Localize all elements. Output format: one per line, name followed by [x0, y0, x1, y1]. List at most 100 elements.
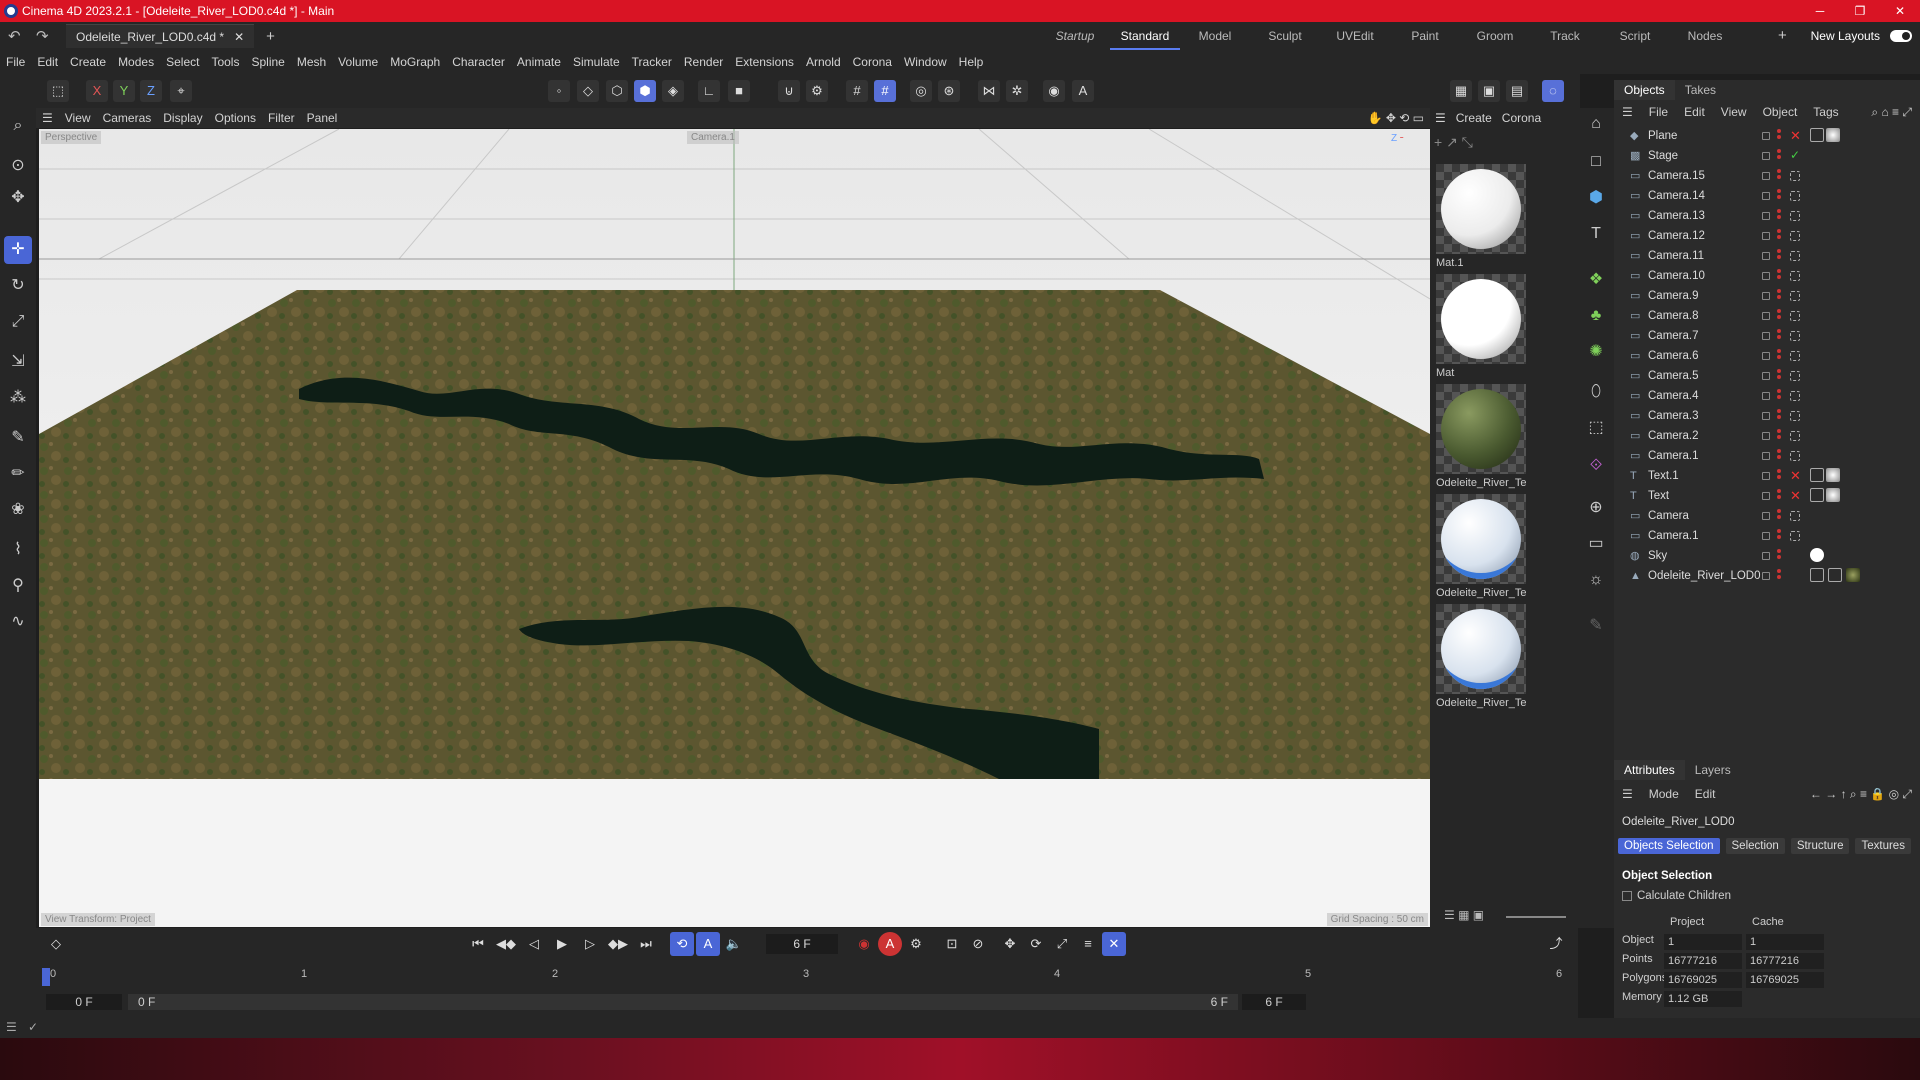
- material-item[interactable]: Odeleite_River_Te:: [1436, 494, 1526, 599]
- visibility-checkbox[interactable]: [1762, 232, 1770, 240]
- object-row[interactable]: ▩ Stage ✓: [1614, 146, 1920, 166]
- spline-smooth-icon[interactable]: ∿: [4, 608, 32, 636]
- next-key-icon[interactable]: ◆▶: [606, 932, 630, 956]
- texture-tag-icon[interactable]: [1810, 128, 1824, 142]
- render-picture-viewer-icon[interactable]: ▣: [1478, 80, 1500, 102]
- knife-icon[interactable]: ⚲: [4, 572, 32, 600]
- render-settings-icon[interactable]: ⊛: [938, 80, 960, 102]
- material-item[interactable]: Odeleite_River_Te:: [1436, 384, 1526, 489]
- visibility-checkbox[interactable]: [1762, 432, 1770, 440]
- scale-tool-icon[interactable]: ⤢: [4, 308, 32, 336]
- undo-icon[interactable]: ↶: [8, 27, 28, 45]
- menu-help[interactable]: Help: [953, 55, 990, 69]
- subtab-objects-selection[interactable]: Objects Selection: [1618, 838, 1720, 854]
- object-row[interactable]: ▭ Camera.4: [1614, 386, 1920, 406]
- menu-extensions[interactable]: Extensions: [729, 55, 800, 69]
- object-row[interactable]: ▭ Camera.15: [1614, 166, 1920, 186]
- point-level-key-icon[interactable]: ✕: [1102, 932, 1126, 956]
- viewport-menu-view[interactable]: View: [59, 111, 97, 125]
- solo-mode-icon[interactable]: ■: [728, 80, 750, 102]
- object-row[interactable]: ▭ Camera: [1614, 506, 1920, 526]
- move-tool-icon[interactable]: ✛: [4, 236, 32, 264]
- uv-tag-icon[interactable]: [1828, 568, 1842, 582]
- menu-tools[interactable]: Tools: [205, 55, 245, 69]
- subtab-structure[interactable]: Structure: [1790, 838, 1850, 854]
- record-icon[interactable]: ◉: [852, 932, 876, 956]
- thumbnail-size-slider[interactable]: [1506, 916, 1566, 918]
- param-key-icon[interactable]: ≡: [1076, 932, 1100, 956]
- object-menu-icon[interactable]: ☰: [1614, 105, 1641, 119]
- editor-render-dots[interactable]: [1777, 329, 1782, 343]
- range-slider[interactable]: 0 F 6 F: [128, 994, 1238, 1010]
- camera-target-tag-icon[interactable]: [1790, 291, 1800, 301]
- edit-render-settings-icon[interactable]: ▤: [1506, 80, 1528, 102]
- subtab-selection[interactable]: Selection: [1725, 838, 1785, 854]
- camera-target-tag-icon[interactable]: [1790, 231, 1800, 241]
- disabled-x-icon[interactable]: ✕: [1790, 488, 1804, 503]
- deformer-icon[interactable]: ⬯: [1582, 378, 1610, 406]
- soft-selection-icon[interactable]: ⁂: [4, 384, 32, 412]
- symmetry-icon[interactable]: ⋈: [978, 80, 1000, 102]
- editor-render-dots[interactable]: [1777, 549, 1782, 563]
- texture-tag-icon[interactable]: [1810, 568, 1824, 582]
- tab-attributes[interactable]: Attributes: [1614, 760, 1685, 780]
- prev-frame-icon[interactable]: ◁: [522, 932, 546, 956]
- menu-render[interactable]: Render: [678, 55, 729, 69]
- search-icon[interactable]: ⌕: [4, 112, 32, 140]
- spline-sketch-icon[interactable]: ✏: [4, 460, 32, 488]
- sound-icon[interactable]: 🔈: [722, 932, 746, 956]
- material-menu-create[interactable]: Create: [1451, 111, 1497, 125]
- paint-brush-icon[interactable]: ⌇: [4, 536, 32, 564]
- attribute-menu-edit[interactable]: Edit: [1687, 787, 1724, 801]
- lock-z-button[interactable]: Z: [140, 80, 162, 102]
- material-tag-icon[interactable]: [1810, 548, 1824, 562]
- menu-mograph[interactable]: MoGraph: [384, 55, 446, 69]
- rotate-tool-icon[interactable]: ↻: [4, 272, 32, 300]
- lock-y-button[interactable]: Y: [113, 80, 135, 102]
- menu-character[interactable]: Character: [446, 55, 511, 69]
- visibility-checkbox[interactable]: [1762, 492, 1770, 500]
- object-row[interactable]: T Text ✕: [1614, 486, 1920, 506]
- select-tool-icon[interactable]: ✥: [4, 184, 32, 212]
- layout-tab-nodes[interactable]: Nodes: [1670, 29, 1740, 43]
- editor-render-dots[interactable]: [1777, 509, 1782, 523]
- menu-select[interactable]: Select: [160, 55, 205, 69]
- object-menu-tags[interactable]: Tags: [1805, 105, 1846, 119]
- minimize-button[interactable]: ─: [1800, 0, 1840, 22]
- add-layout-icon[interactable]: +: [1778, 27, 1787, 44]
- object-row[interactable]: ▭ Camera.14: [1614, 186, 1920, 206]
- layout-toggle[interactable]: [1890, 30, 1912, 42]
- new-layouts-label[interactable]: New Layouts: [1811, 22, 1880, 50]
- attribute-menu-icon[interactable]: ☰: [1614, 787, 1641, 801]
- layout-tab-groom[interactable]: Groom: [1460, 29, 1530, 43]
- camera-target-tag-icon[interactable]: [1790, 431, 1800, 441]
- editor-render-dots[interactable]: [1777, 469, 1782, 483]
- go-to-end-icon[interactable]: ⏭: [634, 932, 658, 956]
- visibility-checkbox[interactable]: [1762, 312, 1770, 320]
- status-menu-icon[interactable]: ☰: [6, 1020, 17, 1034]
- editor-render-dots[interactable]: [1777, 249, 1782, 263]
- viewport-menu-panel[interactable]: Panel: [301, 111, 344, 125]
- menu-modes[interactable]: Modes: [112, 55, 160, 69]
- editor-render-dots[interactable]: [1777, 429, 1782, 443]
- layout-tab-model[interactable]: Model: [1180, 29, 1250, 43]
- object-menu-view[interactable]: View: [1713, 105, 1755, 119]
- menu-volume[interactable]: Volume: [332, 55, 384, 69]
- mograph-icon[interactable]: ✺: [1582, 338, 1610, 366]
- menu-create[interactable]: Create: [64, 55, 112, 69]
- editor-render-dots[interactable]: [1777, 529, 1782, 543]
- new-document-icon[interactable]: +: [266, 28, 275, 45]
- subtab-textures[interactable]: Textures: [1855, 838, 1911, 854]
- camera-target-tag-icon[interactable]: [1790, 191, 1800, 201]
- camera-target-tag-icon[interactable]: [1790, 271, 1800, 281]
- viewport-menu-filter[interactable]: Filter: [262, 111, 301, 125]
- object-row[interactable]: T Text.1 ✕: [1614, 466, 1920, 486]
- visibility-checkbox[interactable]: [1762, 472, 1770, 480]
- material-tag-icon[interactable]: [1826, 128, 1840, 142]
- snap-settings-icon[interactable]: ⚙: [806, 80, 828, 102]
- autokey-icon[interactable]: A: [878, 932, 902, 956]
- disabled-x-icon[interactable]: ✕: [1790, 468, 1804, 483]
- layout-tab-track[interactable]: Track: [1530, 29, 1600, 43]
- camera-target-tag-icon[interactable]: [1790, 211, 1800, 221]
- visibility-checkbox[interactable]: [1762, 212, 1770, 220]
